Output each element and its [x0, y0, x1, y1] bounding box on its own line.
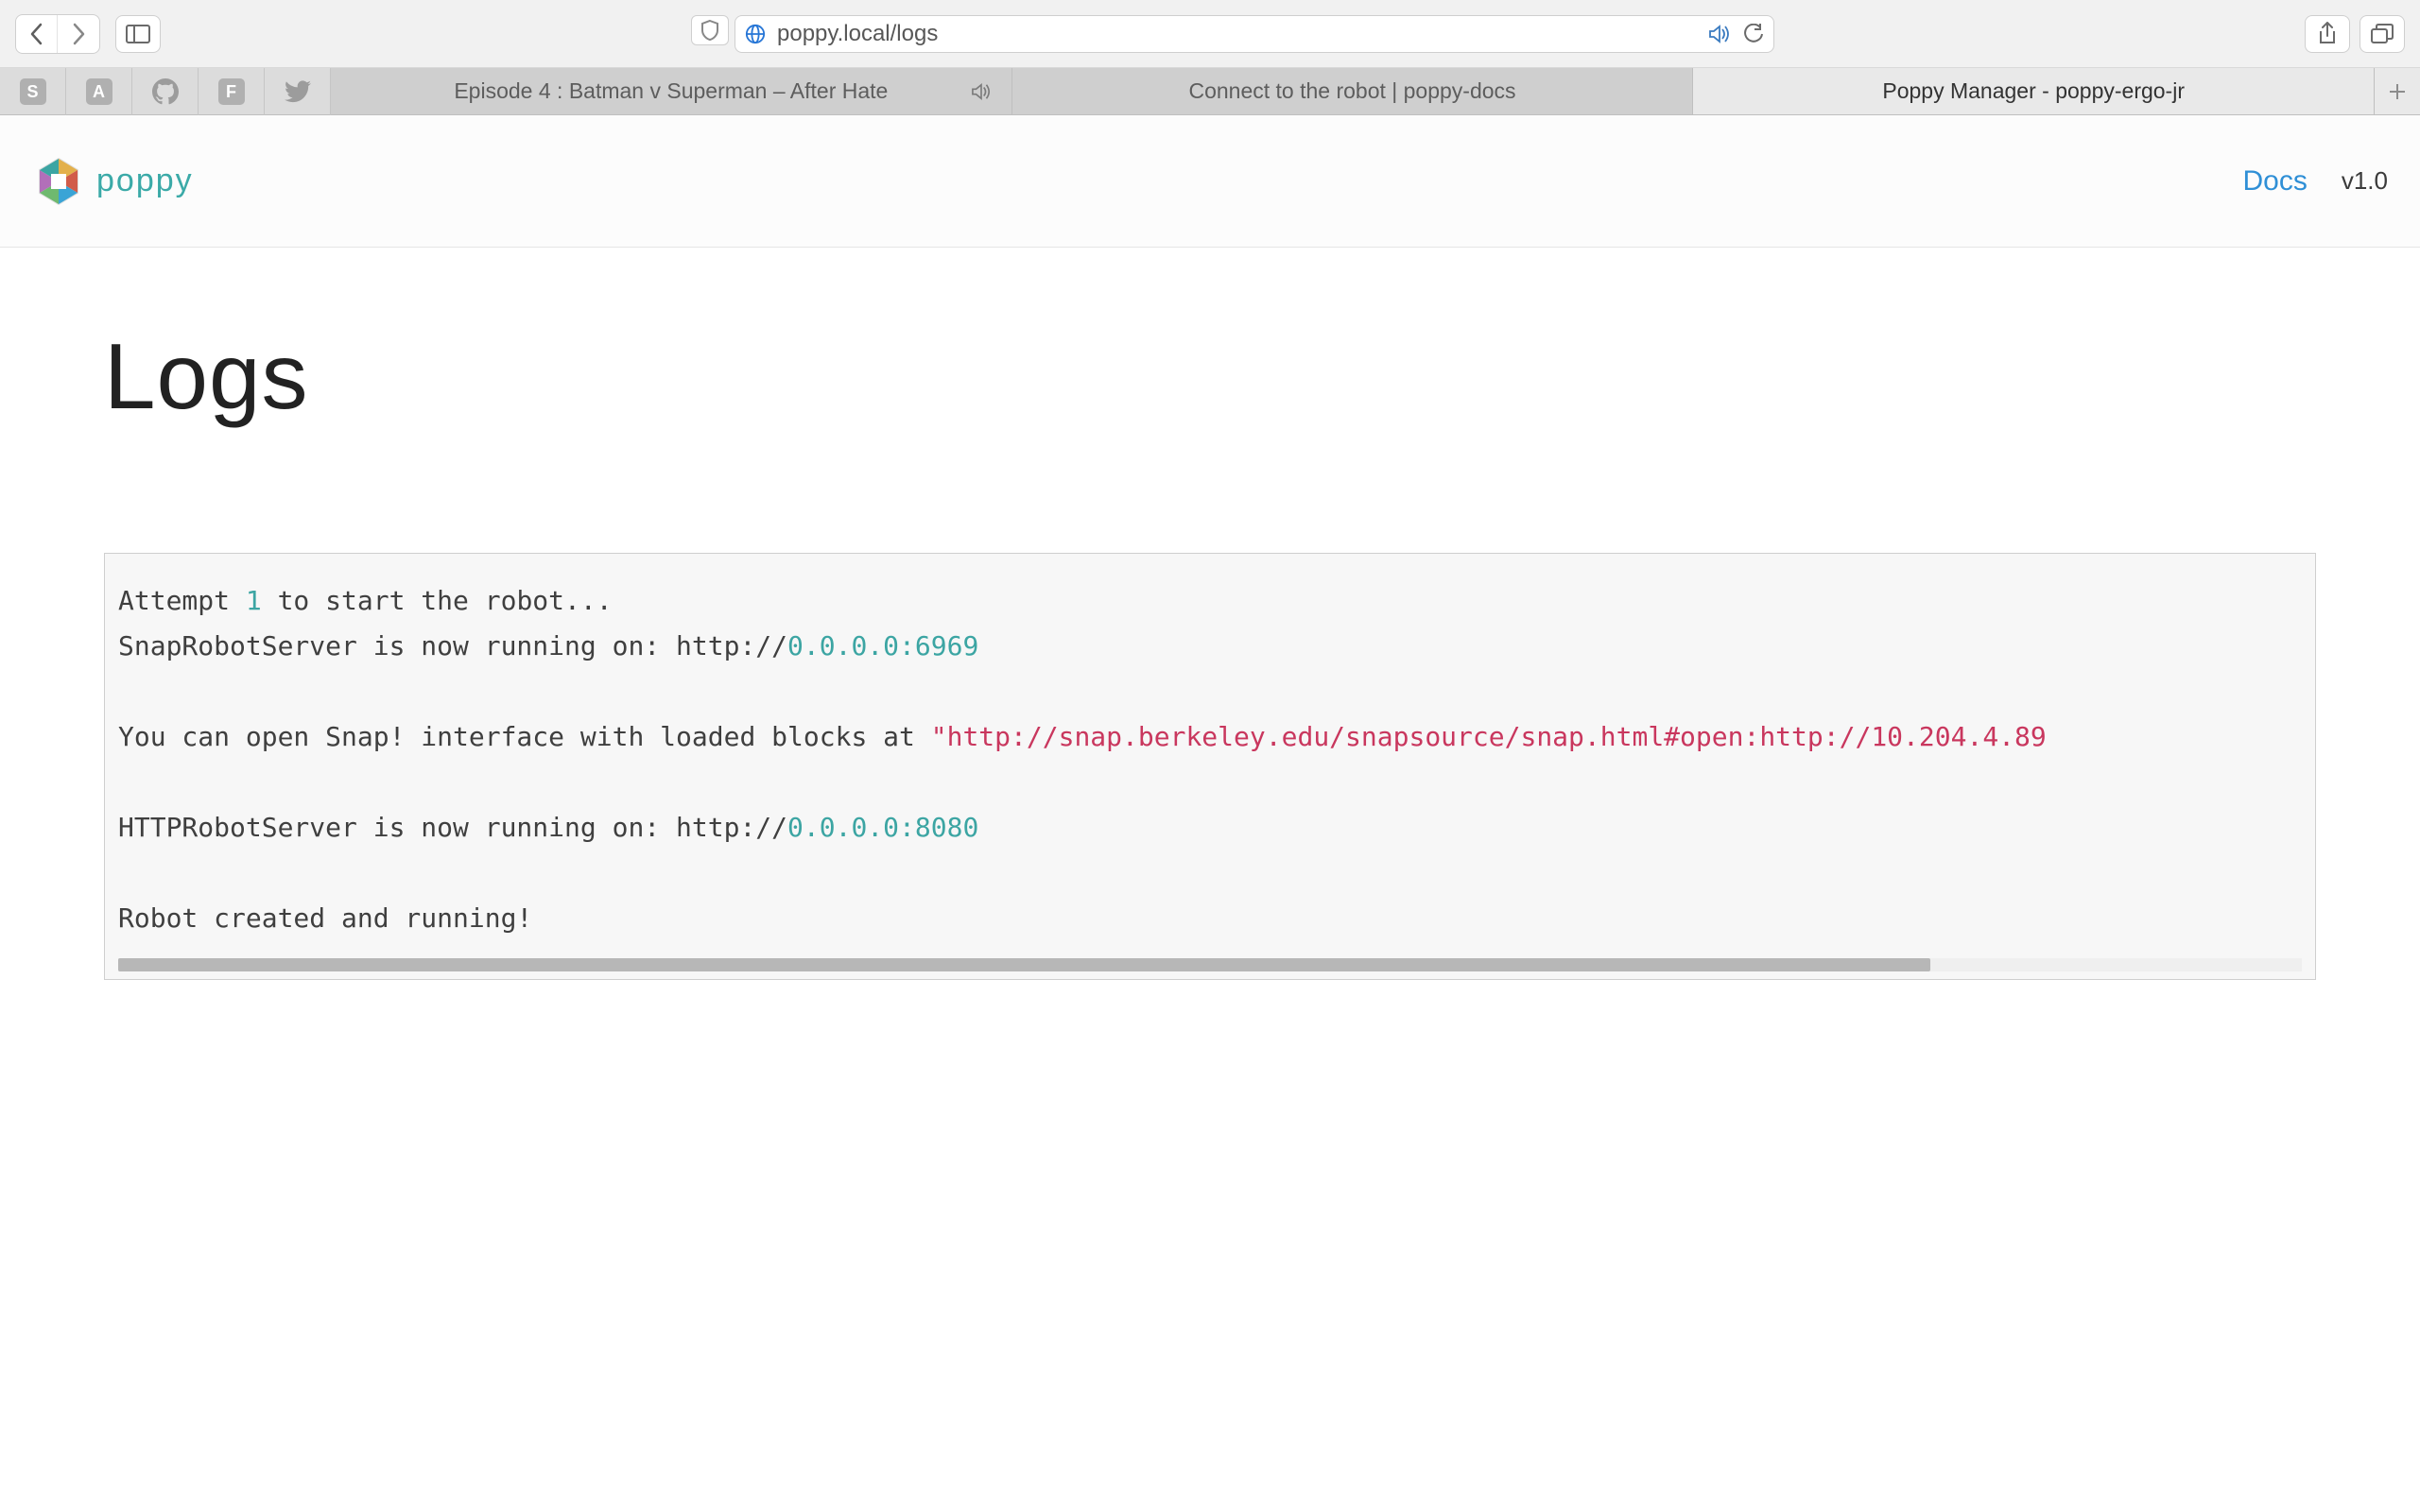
docs-link[interactable]: Docs	[2242, 165, 2307, 198]
tabs-icon	[2370, 24, 2394, 44]
tab-label: Connect to the robot | poppy-docs	[1188, 78, 1515, 104]
url-bar[interactable]: poppy.local/logs	[735, 15, 1774, 53]
sidebar-icon	[126, 25, 150, 43]
horizontal-scrollbar[interactable]	[118, 958, 2302, 971]
header-right: Docs v1.0	[2242, 165, 2388, 198]
logo-text: poppy	[96, 163, 194, 199]
tabs-button[interactable]	[2360, 15, 2405, 53]
tabs: Episode 4 : Batman v Superman – After Ha…	[331, 68, 2375, 114]
audio-icon[interactable]	[1707, 24, 1732, 44]
tab-manager[interactable]: Poppy Manager - poppy-ergo-jr	[1693, 68, 2375, 114]
chevron-left-icon	[28, 22, 45, 46]
url-text: poppy.local/logs	[777, 21, 1696, 47]
favorite-letter-icon: A	[86, 78, 112, 105]
share-icon	[2317, 22, 2338, 46]
page: poppy Docs v1.0 Logs Attempt 1 to start …	[0, 115, 2420, 1512]
poppy-logo-icon	[32, 155, 85, 208]
reload-icon[interactable]	[1743, 24, 1764, 44]
favorite-twitter[interactable]	[265, 68, 331, 115]
url-bar-actions	[1707, 24, 1764, 44]
tab-docs[interactable]: Connect to the robot | poppy-docs	[1012, 68, 1694, 114]
content: Logs Attempt 1 to start the robot... Sna…	[0, 248, 2420, 1056]
log-output: Attempt 1 to start the robot... SnapRobo…	[118, 578, 2084, 953]
browser-toolbar: poppy.local/logs	[0, 0, 2420, 68]
scrollbar-thumb[interactable]	[118, 958, 1930, 971]
favorite-s[interactable]: S	[0, 68, 66, 115]
page-header: poppy Docs v1.0	[0, 115, 2420, 248]
page-title: Logs	[104, 323, 2316, 430]
favorite-letter-icon: F	[218, 78, 245, 105]
favorite-f[interactable]: F	[199, 68, 265, 115]
favorite-github[interactable]	[132, 68, 199, 115]
version-label: v1.0	[2342, 166, 2388, 196]
logo[interactable]: poppy	[32, 155, 194, 208]
forward-button[interactable]	[58, 15, 99, 53]
tab-audio-icon[interactable]	[970, 82, 993, 101]
plus-icon	[2388, 82, 2407, 101]
share-button[interactable]	[2305, 15, 2350, 53]
tab-label: Poppy Manager - poppy-ergo-jr	[1882, 78, 2185, 104]
back-button[interactable]	[16, 15, 58, 53]
log-box: Attempt 1 to start the robot... SnapRobo…	[104, 553, 2316, 980]
chevron-right-icon	[70, 22, 87, 46]
show-sidebar-button[interactable]	[115, 15, 161, 53]
globe-icon	[745, 24, 766, 44]
favorites-tabs-bar: S A F Episode 4 : Batman v Superman – Af…	[0, 68, 2420, 115]
url-bar-container: poppy.local/logs	[170, 15, 2295, 53]
new-tab-button[interactable]	[2375, 68, 2420, 114]
tab-label: Episode 4 : Batman v Superman – After Ha…	[454, 78, 888, 104]
tab-episode[interactable]: Episode 4 : Batman v Superman – After Ha…	[331, 68, 1012, 114]
shield-icon	[700, 19, 720, 42]
favorite-letter-icon: S	[20, 78, 46, 105]
favorite-a[interactable]: A	[66, 68, 132, 115]
github-icon	[152, 78, 179, 105]
reader-button[interactable]	[691, 15, 729, 45]
favorites-icons: S A F	[0, 68, 331, 114]
twitter-icon	[285, 80, 311, 103]
toolbar-right	[2305, 15, 2405, 53]
nav-button-group	[15, 14, 100, 54]
